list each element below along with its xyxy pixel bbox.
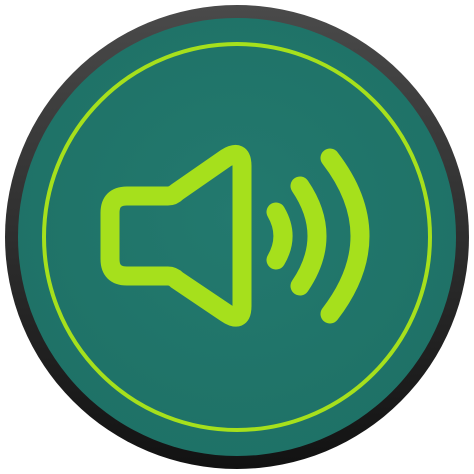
speaker-volume-icon [5,5,469,469]
sound-wave-small-icon [266,202,293,270]
app-icon[interactable] [0,0,474,474]
